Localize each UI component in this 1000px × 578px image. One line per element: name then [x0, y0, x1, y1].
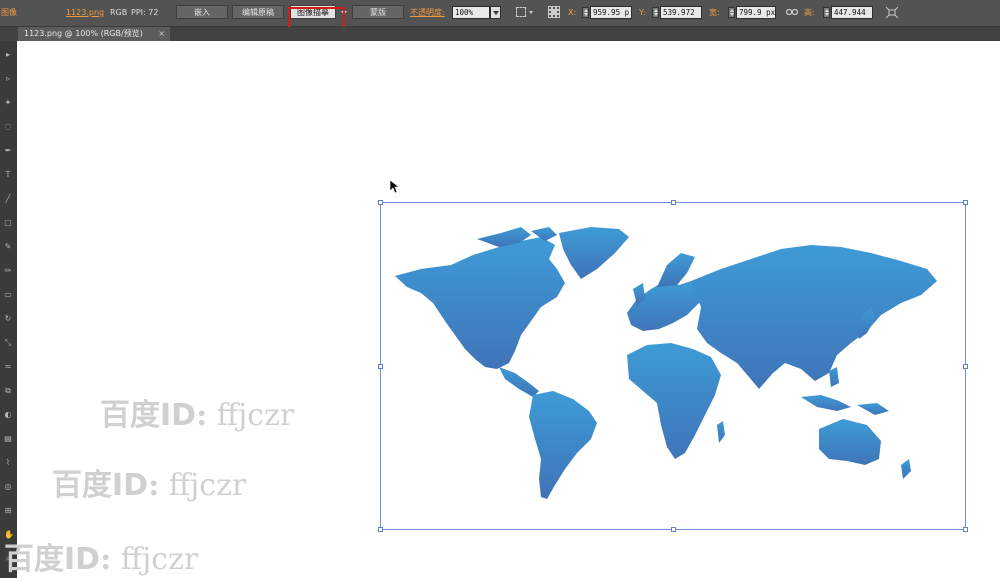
image-label: 图像 [1, 8, 17, 17]
width-tool-icon[interactable]: ≈ [4, 363, 12, 371]
y-spinner[interactable] [652, 7, 659, 18]
resize-handle-left[interactable] [378, 364, 383, 369]
embed-button[interactable]: 嵌入 [176, 5, 228, 19]
height-label: 高: [804, 8, 815, 17]
type-tool-icon[interactable]: T [4, 171, 12, 179]
resize-handle-bottom-right[interactable] [963, 527, 968, 532]
color-mode-label: RGB [110, 8, 128, 17]
control-bar: 图像 1123.png RGB PPI: 72 嵌入 编辑原稿 图像描摹 蒙版 … [0, 0, 1000, 32]
eyedropper-tool-icon[interactable]: ⌇ [4, 459, 12, 467]
tools-panel: ▸ ▹ ✦ ◌ ✒ T ╱ □ ✎ ✏ ▭ ↻ ⤡ ≈ ⧉ ◐ ▤ ⌇ ◎ ⊞ … [0, 41, 18, 578]
opacity-field[interactable]: 100% [452, 6, 490, 19]
rectangle-tool-icon[interactable]: □ [4, 219, 12, 227]
width-label: 宽: [709, 8, 720, 17]
y-field[interactable]: 539.972 [660, 6, 702, 19]
document-tab-strip: 1123.png @ 100% (RGB/预览) × [0, 27, 1000, 41]
line-tool-icon[interactable]: ╱ [4, 195, 12, 203]
transform-each-icon[interactable] [885, 6, 899, 19]
x-field[interactable]: 959.95 p [590, 6, 632, 19]
resize-handle-top-right[interactable] [963, 200, 968, 205]
resize-handle-top-left[interactable] [378, 200, 383, 205]
width-field[interactable]: 799.9 px [736, 6, 776, 19]
resize-handle-top[interactable] [671, 200, 676, 205]
selection-bounding-box[interactable] [378, 200, 968, 532]
link-icon[interactable] [786, 7, 799, 17]
edit-original-button[interactable]: 编辑原稿 [232, 5, 284, 19]
selection-tool-icon[interactable]: ▸ [4, 51, 12, 59]
mask-button[interactable]: 蒙版 [352, 5, 404, 19]
chevron-down-icon [493, 11, 499, 15]
direct-selection-tool-icon[interactable]: ▹ [4, 75, 12, 83]
lasso-tool-icon[interactable]: ◌ [4, 123, 12, 131]
transform-icon[interactable] [516, 7, 526, 17]
artboard-tool-icon[interactable]: ⊞ [4, 507, 12, 515]
rotate-tool-icon[interactable]: ↻ [4, 315, 12, 323]
chevron-down-icon[interactable] [529, 11, 533, 14]
height-spinner[interactable] [823, 7, 830, 18]
eraser-tool-icon[interactable]: ▭ [4, 291, 12, 299]
mouse-cursor-icon [390, 180, 400, 194]
free-transform-tool-icon[interactable]: ⧉ [4, 387, 12, 395]
scale-tool-icon[interactable]: ⤡ [4, 339, 12, 347]
document-tab-title: 1123.png @ 100% (RGB/预览) [24, 29, 143, 38]
file-name-link[interactable]: 1123.png [66, 8, 104, 18]
blend-tool-icon[interactable]: ◎ [4, 483, 12, 491]
document-tab[interactable]: 1123.png @ 100% (RGB/预览) × [18, 27, 170, 41]
close-icon[interactable]: × [158, 27, 165, 41]
opacity-dropdown[interactable] [490, 6, 501, 19]
reference-point-icon[interactable] [548, 6, 560, 18]
watermark-text: 百度ID: ffjczr [52, 468, 247, 503]
gradient-tool-icon[interactable]: ▤ [4, 435, 12, 443]
x-label: X: [568, 8, 577, 17]
paintbrush-tool-icon[interactable]: ✎ [4, 243, 12, 251]
shape-builder-tool-icon[interactable]: ◐ [4, 411, 12, 419]
resize-handle-bottom-left[interactable] [378, 527, 383, 532]
magic-wand-tool-icon[interactable]: ✦ [4, 99, 12, 107]
y-label: Y: [639, 8, 646, 17]
resize-handle-bottom[interactable] [671, 527, 676, 532]
watermark-text: 百度ID: ffjczr [100, 398, 295, 433]
pencil-tool-icon[interactable]: ✏ [4, 267, 12, 275]
height-field[interactable]: 447.944 [831, 6, 873, 19]
pen-tool-icon[interactable]: ✒ [4, 147, 12, 155]
resize-handle-right[interactable] [963, 364, 968, 369]
width-spinner[interactable] [728, 7, 735, 18]
x-spinner[interactable] [582, 7, 589, 18]
watermark-text: 百度ID: ffjczr [4, 542, 199, 577]
opacity-label[interactable]: 不透明度: [410, 8, 445, 18]
ppi-label: PPI: 72 [131, 8, 159, 17]
